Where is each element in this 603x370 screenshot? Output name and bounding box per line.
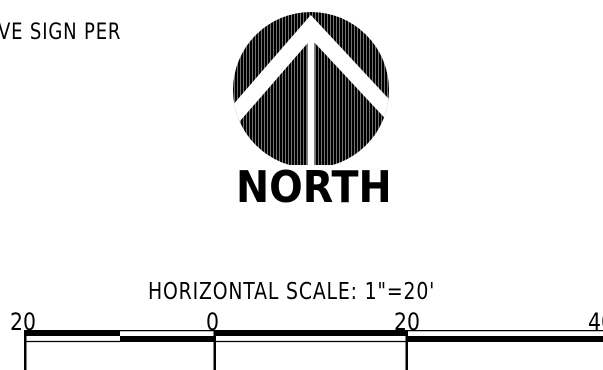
- scale-title: HORIZONTAL SCALE: 1"=20': [148, 279, 436, 305]
- scale-bar-segment-dark: [25, 330, 120, 336]
- scale-bar-segment-dark: [215, 330, 407, 336]
- north-label: NORTH: [236, 162, 392, 213]
- scale-bar-segment-dark: [407, 336, 603, 342]
- north-arrow-icon: [233, 12, 389, 165]
- scale-bar-segment-dark: [120, 336, 215, 342]
- scale-bar: [24, 330, 603, 370]
- note-text: VE SIGN PER: [0, 20, 122, 45]
